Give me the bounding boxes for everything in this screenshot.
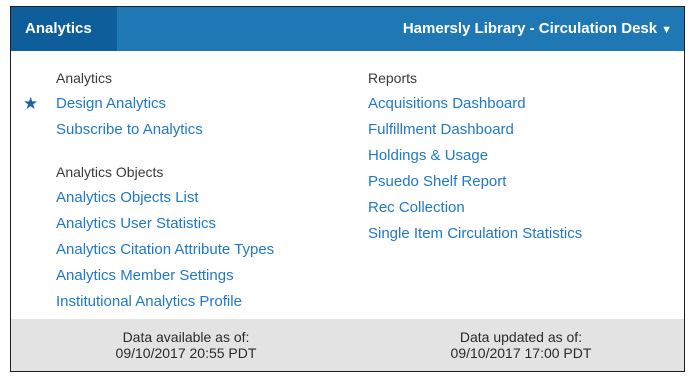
data-updated-status: Data updated as of: 09/10/2017 17:00 PDT bbox=[406, 329, 636, 361]
analytics-panel: Analytics Hamersly Library - Circulation… bbox=[10, 6, 685, 372]
section-heading-reports: Reports bbox=[368, 70, 418, 86]
data-available-label: Data available as of: bbox=[122, 329, 250, 345]
acquisitions-dashboard-link[interactable]: Acquisitions Dashboard bbox=[368, 91, 678, 117]
fulfillment-dashboard-link[interactable]: Fulfillment Dashboard bbox=[368, 117, 678, 143]
data-updated-label: Data updated as of: bbox=[459, 329, 583, 345]
library-switcher[interactable]: Hamersly Library - Circulation Desk ▼ bbox=[403, 7, 672, 51]
single-item-circulation-statistics-link[interactable]: Single Item Circulation Statistics bbox=[368, 221, 678, 247]
section-heading-analytics: Analytics bbox=[56, 70, 113, 86]
rec-collection-link[interactable]: Rec Collection bbox=[368, 195, 678, 221]
design-analytics-label: Design Analytics bbox=[56, 95, 167, 112]
analytics-citation-attribute-types-link[interactable]: Analytics Citation Attribute Types bbox=[11, 237, 351, 263]
left-column: Analytics ★ Design Analytics Subscribe t… bbox=[11, 65, 351, 315]
design-analytics-link[interactable]: ★ Design Analytics bbox=[11, 91, 351, 117]
status-footer: Data available as of: 09/10/2017 20:55 P… bbox=[11, 319, 684, 371]
right-column: Reports Acquisitions Dashboard Fulfillme… bbox=[368, 65, 678, 247]
analytics-user-statistics-link[interactable]: Analytics User Statistics bbox=[11, 211, 351, 237]
top-bar: Analytics Hamersly Library - Circulation… bbox=[11, 7, 684, 51]
data-updated-value: 09/10/2017 17:00 PDT bbox=[450, 345, 592, 361]
caret-down-icon: ▼ bbox=[661, 24, 672, 36]
analytics-member-settings-link[interactable]: Analytics Member Settings bbox=[11, 263, 351, 289]
institutional-analytics-profile-link[interactable]: Institutional Analytics Profile bbox=[11, 289, 351, 315]
tab-analytics[interactable]: Analytics bbox=[11, 7, 117, 51]
library-label: Hamersly Library - Circulation Desk bbox=[402, 20, 658, 37]
subscribe-analytics-link[interactable]: Subscribe to Analytics bbox=[11, 117, 351, 143]
analytics-objects-list-link[interactable]: Analytics Objects List bbox=[11, 185, 351, 211]
data-available-status: Data available as of: 09/10/2017 20:55 P… bbox=[71, 329, 301, 361]
star-icon: ★ bbox=[23, 94, 39, 113]
holdings-usage-link[interactable]: Holdings & Usage bbox=[368, 143, 678, 169]
psuedo-shelf-report-link[interactable]: Psuedo Shelf Report bbox=[368, 169, 678, 195]
data-available-value: 09/10/2017 20:55 PDT bbox=[115, 345, 257, 361]
section-heading-analytics-objects: Analytics Objects bbox=[56, 164, 164, 180]
